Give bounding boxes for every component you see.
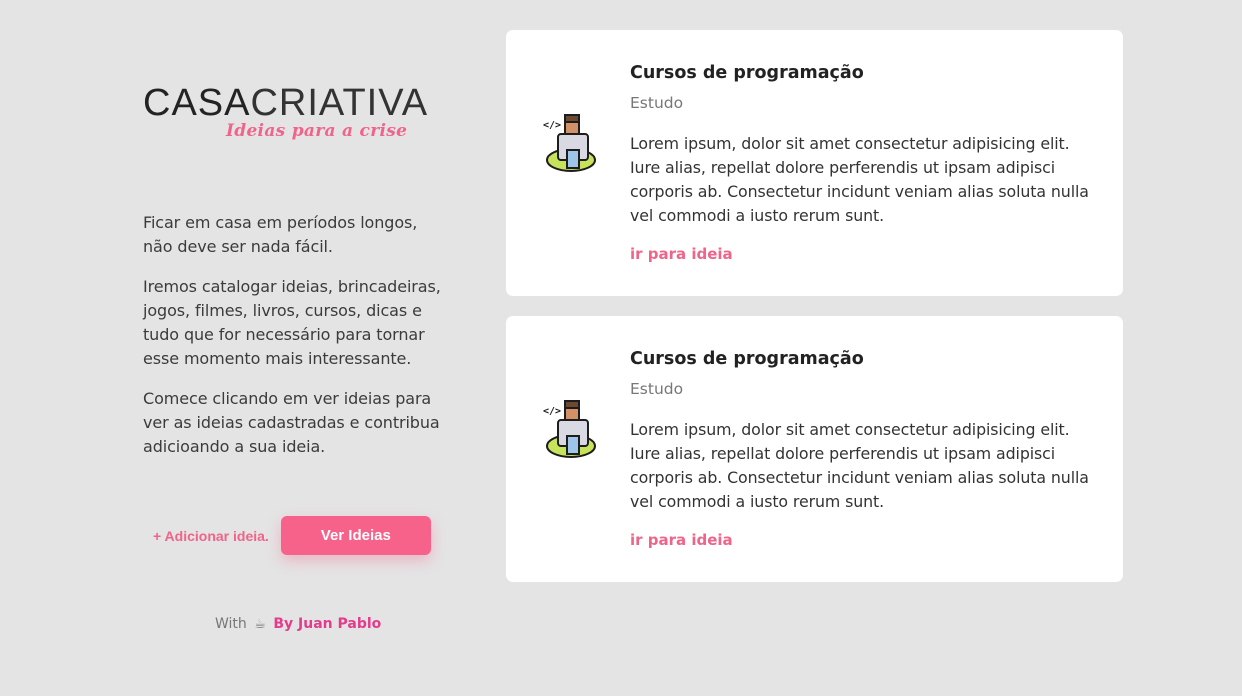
idea-card: </> Cursos de programação Estudo Lorem i… [506, 316, 1123, 582]
card-title: Cursos de programação [630, 349, 864, 369]
programmer-icon: </> [543, 114, 596, 172]
card-content: Cursos de programação Estudo Lorem ipsum… [630, 62, 1100, 263]
author-link[interactable]: By Juan Pablo [273, 616, 381, 632]
svg-text:</>: </> [543, 120, 561, 131]
programmer-icon: </> [543, 400, 596, 458]
footer: With ☕ By Juan Pablo [215, 616, 381, 632]
coffee-icon: ☕ [254, 617, 266, 632]
logo-part-casa: CASA [143, 82, 251, 124]
card-description: Lorem ipsum, dolor sit amet consectetur … [630, 420, 1089, 511]
intro-paragraph: Ficar em casa em períodos longos, não de… [143, 213, 418, 256]
card-category: Estudo [630, 380, 684, 398]
footer-prefix: With [215, 616, 247, 632]
card-category: Estudo [630, 94, 684, 112]
intro-text: Ficar em casa em períodos longos, não de… [143, 211, 448, 475]
view-ideas-button[interactable]: Ver Ideias [280, 516, 431, 555]
svg-text:</>: </> [543, 406, 561, 417]
go-to-idea-link[interactable]: ir para ideia [630, 531, 733, 549]
logo-wordmark: CASACRIATIVA [143, 84, 428, 122]
page: CASACRIATIVA Ideias para a crise Ficar e… [0, 0, 1242, 696]
logo-part-criativa: CRIATIVA [250, 82, 429, 124]
logo-tagline: Ideias para a crise [226, 121, 408, 141]
idea-card: </> Cursos de programação Estudo Lorem i… [506, 30, 1123, 296]
go-to-idea-link[interactable]: ir para ideia [630, 245, 733, 263]
card-content: Cursos de programação Estudo Lorem ipsum… [630, 348, 1100, 549]
intro-paragraph: Comece clicando em ver ideias para ver a… [143, 389, 440, 456]
action-bar: + Adicionar ideia. Ver Ideias [153, 516, 431, 555]
card-description: Lorem ipsum, dolor sit amet consectetur … [630, 134, 1089, 225]
card-title: Cursos de programação [630, 63, 864, 83]
intro-paragraph: Iremos catalogar ideias, brincadeiras, j… [143, 277, 441, 368]
add-idea-link[interactable]: + Adicionar ideia. [153, 528, 269, 544]
logo: CASACRIATIVA Ideias para a crise [143, 84, 443, 144]
